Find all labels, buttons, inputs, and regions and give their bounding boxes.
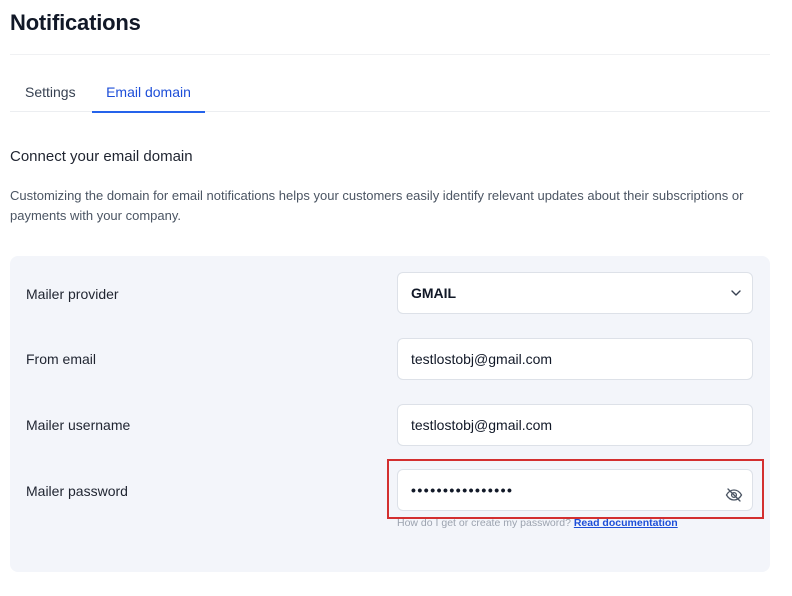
section-description: Customizing the domain for email notific… — [10, 188, 744, 223]
chevron-down-icon — [730, 273, 742, 313]
mailer-provider-label: Mailer provider — [26, 286, 119, 302]
mailer-username-field[interactable]: testlostobj@gmail.com — [397, 404, 753, 446]
mailer-provider-select[interactable]: GMAIL — [397, 272, 753, 314]
password-help-text: How do I get or create my password? — [397, 517, 571, 529]
password-help: How do I get or create my password? Read… — [397, 517, 678, 529]
tab-settings[interactable]: Settings — [25, 72, 76, 112]
from-email-label: From email — [26, 351, 97, 367]
title-divider — [10, 54, 770, 55]
from-email-field[interactable]: testlostobj@gmail.com — [397, 338, 753, 380]
eye-off-icon[interactable] — [724, 480, 744, 502]
read-documentation-link[interactable]: Read documentation — [574, 517, 678, 529]
mailer-password-label: Mailer password — [26, 483, 128, 499]
mailer-username-label: Mailer username — [26, 417, 131, 433]
tab-email-domain[interactable]: Email domain — [92, 72, 205, 113]
section-heading: Connect your email domain — [10, 148, 193, 165]
page-title: Notifications — [10, 10, 141, 35]
tab-bar: Settings Email domain — [10, 72, 770, 113]
mailer-password-field[interactable]: •••••••••••••••• — [397, 469, 753, 511]
mailer-provider-value: GMAIL — [411, 285, 457, 301]
password-masked-value: •••••••••••••••• — [411, 482, 514, 498]
